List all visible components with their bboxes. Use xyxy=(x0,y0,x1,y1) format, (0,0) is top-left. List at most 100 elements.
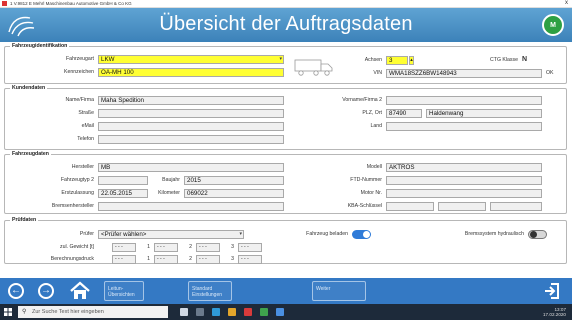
taskbar-app-1[interactable] xyxy=(180,308,188,316)
vin-ok-label: OK xyxy=(546,70,554,76)
brems-label: Bremsenhersteller xyxy=(51,203,94,209)
ctg-value: N xyxy=(522,56,528,63)
taskbar-app-7[interactable] xyxy=(276,308,284,316)
taskbar-search-box[interactable]: ⚲ Zur Suche Text hier eingeben xyxy=(18,306,168,318)
land-label: Land xyxy=(370,123,382,129)
taskbar-clock[interactable]: 13:07 17.02.2020 xyxy=(543,307,566,317)
taskbar-app-5[interactable] xyxy=(244,308,252,316)
ftd-label: FTD-Nummer xyxy=(350,177,382,183)
zul-input-3[interactable]: - - - xyxy=(196,243,220,252)
erstzulassung-input[interactable]: 22.05.2015 xyxy=(98,189,148,198)
hersteller-input[interactable]: MB xyxy=(98,163,284,172)
zul-axle-3: 3 xyxy=(231,244,234,250)
taskbar-app-4[interactable] xyxy=(228,308,236,316)
group-vehicle-id: Fahrzeugidentifikation xyxy=(4,43,567,84)
nav-button-overview[interactable]: Leitun- Übersichten xyxy=(104,281,144,301)
land-input[interactable] xyxy=(386,122,542,131)
kba-input-3[interactable] xyxy=(490,202,542,211)
motor-label: Motor Nr. xyxy=(360,190,382,196)
pruefer-select[interactable]: <Prüfer wählen> xyxy=(98,230,244,239)
strasse-input[interactable] xyxy=(98,109,284,118)
zul-input-1[interactable]: - - - xyxy=(112,243,136,252)
telefon-input[interactable] xyxy=(98,135,284,144)
kennzeichen-label: Kennzeichen xyxy=(64,69,94,75)
app-window: 1 V.9812 E Mehrl Maschinenbau Automotive… xyxy=(0,0,572,320)
zul-input-2[interactable]: - - - xyxy=(154,243,178,252)
zul-label: zul. Gewicht [t] xyxy=(59,244,94,250)
modell-input[interactable]: AKTROS xyxy=(386,163,542,172)
modell-label: Modell xyxy=(366,164,382,170)
bremssystem-toggle[interactable] xyxy=(528,230,547,239)
bremssystem-label: Bremssystem hydraulisch xyxy=(464,231,524,237)
zul-axle-2: 2 xyxy=(189,244,192,250)
achsen-stepper[interactable]: ▴ xyxy=(409,56,414,65)
telefon-label: Telefon xyxy=(77,136,94,142)
ort-input[interactable]: Haldenwang xyxy=(426,109,542,118)
window-app-icon xyxy=(2,1,7,6)
druck-input-2[interactable]: - - - xyxy=(154,255,178,264)
page-title: Übersicht der Auftragsdaten xyxy=(159,13,413,35)
druck-input-4[interactable]: - - - xyxy=(238,255,262,264)
baujahr-label: Baujahr xyxy=(162,177,180,183)
group-tests-legend: Prüfdaten xyxy=(10,217,39,223)
forward-arrow-icon[interactable]: → xyxy=(38,283,54,299)
druck-input-1[interactable]: - - - xyxy=(112,255,136,264)
druck-axle-1: 1 xyxy=(147,256,150,262)
kba-input-2[interactable] xyxy=(438,202,486,211)
kennzeichen-input[interactable]: OA-MH 100 xyxy=(98,68,284,77)
window-titlebar: 1 V.9812 E Mehrl Maschinenbau Automotive… xyxy=(0,0,572,8)
fahrzeugart-label: Fahrzeugart xyxy=(66,56,94,62)
plz-label: PLZ, Ort xyxy=(362,110,382,116)
name-input[interactable]: Maha Spedition xyxy=(98,96,284,105)
vin-label: VIN xyxy=(373,70,382,76)
group-vehicle-id-legend: Fahrzeugidentifikation xyxy=(10,43,70,49)
taskbar-app-3[interactable] xyxy=(212,308,220,316)
group-vehicle-data-legend: Fahrzeugdaten xyxy=(10,151,51,157)
km-label: Kilometer xyxy=(158,190,180,196)
home-icon[interactable] xyxy=(69,281,91,301)
achsen-input[interactable]: 3 xyxy=(386,56,408,65)
brems-input[interactable] xyxy=(98,202,284,211)
ftd-input[interactable] xyxy=(386,176,542,185)
beladen-toggle[interactable] xyxy=(352,230,371,239)
search-icon: ⚲ xyxy=(22,309,27,315)
druck-axle-2: 2 xyxy=(189,256,192,262)
email-input[interactable] xyxy=(98,122,284,131)
vorname-label: Vorname/Firma 2 xyxy=(342,97,382,103)
hersteller-label: Hersteller xyxy=(71,164,94,170)
fahrzeugart-select[interactable]: LKW xyxy=(98,55,284,64)
druck-input-3[interactable]: - - - xyxy=(196,255,220,264)
druck-axle-3: 3 xyxy=(231,256,234,262)
zul-input-4[interactable]: - - - xyxy=(238,243,262,252)
nav-button-settings[interactable]: Standard Einstellungen xyxy=(188,281,232,301)
taskbar-app-6[interactable] xyxy=(260,308,268,316)
fahrzeugtyp-input[interactable] xyxy=(98,176,148,185)
taskbar-app-2[interactable] xyxy=(196,308,204,316)
achsen-label: Achsen xyxy=(364,57,382,63)
truck-icon xyxy=(294,59,333,76)
bottom-navbar: ← → Leitun- Übersichten Standard Einstellu… xyxy=(0,278,572,304)
beladen-label: Fahrzeug beladen xyxy=(306,231,348,237)
vin-input[interactable]: WMA18SZZ6BW148943 xyxy=(386,69,542,78)
windows-taskbar: ⚲ Zur Suche Text hier eingeben 13:07 17.… xyxy=(0,304,572,320)
windows-icon[interactable] xyxy=(4,308,12,316)
green-badge-icon[interactable]: M xyxy=(542,14,564,36)
fahrzeugtyp-label: Fahrzeugtyp 2 xyxy=(60,177,94,183)
plz-input[interactable]: 87490 xyxy=(386,109,422,118)
exit-icon[interactable] xyxy=(544,282,560,300)
window-close-button[interactable]: x xyxy=(565,0,568,6)
group-customer-legend: Kundendaten xyxy=(10,85,48,91)
back-arrow-icon[interactable]: ← xyxy=(8,283,24,299)
vorname-input[interactable] xyxy=(386,96,542,105)
email-label: eMail xyxy=(81,123,94,129)
km-input[interactable]: 069022 xyxy=(184,189,284,198)
nav-button-next[interactable]: Weiter xyxy=(312,281,366,301)
name-label: Name/Firma xyxy=(65,97,94,103)
taskbar-search-placeholder: Zur Suche Text hier eingeben xyxy=(32,309,104,315)
kba-label: KBA-Schlüssel xyxy=(347,203,382,209)
erstzulassung-label: Erstzulassung xyxy=(61,190,94,196)
kba-input-1[interactable] xyxy=(386,202,434,211)
motor-input[interactable] xyxy=(386,189,542,198)
baujahr-input[interactable]: 2015 xyxy=(184,176,284,185)
ctg-label: CTG Klasse xyxy=(490,57,518,63)
